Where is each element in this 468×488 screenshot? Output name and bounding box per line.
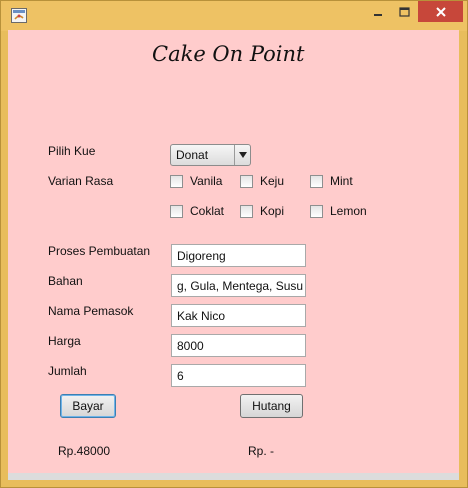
bahan-field[interactable]: g, Gula, Mentega, Susu bbox=[171, 274, 306, 297]
nama-pemasok-field[interactable]: Kak Nico bbox=[171, 304, 306, 327]
kue-dropdown[interactable]: Donat bbox=[170, 144, 251, 166]
jumlah-field[interactable]: 6 bbox=[171, 364, 306, 387]
minimize-icon[interactable] bbox=[364, 1, 391, 22]
hutang-button[interactable]: Hutang bbox=[240, 394, 303, 418]
checkbox-box[interactable] bbox=[170, 174, 183, 188]
checkbox-mint[interactable]: Mint bbox=[310, 174, 353, 188]
checkbox-label: Vanila bbox=[190, 174, 223, 188]
proses-pembuatan-label: Proses Pembuatan bbox=[48, 244, 151, 258]
checkbox-label: Lemon bbox=[330, 204, 367, 218]
window-bottom-border bbox=[8, 473, 459, 480]
checkbox-label: Mint bbox=[330, 174, 353, 188]
maximize-icon[interactable] bbox=[391, 1, 417, 22]
app-title: Cake On Point bbox=[152, 42, 305, 66]
checkbox-label: Coklat bbox=[190, 204, 225, 218]
checkbox-box[interactable] bbox=[170, 204, 183, 218]
kue-dropdown-value: Donat bbox=[176, 148, 209, 162]
pilih-kue-label: Pilih Kue bbox=[48, 144, 96, 158]
checkbox-vanila[interactable]: Vanila bbox=[170, 174, 222, 188]
checkbox-box[interactable] bbox=[240, 174, 253, 188]
java-app-icon bbox=[11, 8, 27, 23]
nama-pemasok-label: Nama Pemasok bbox=[48, 304, 134, 318]
jumlah-label: Jumlah bbox=[48, 364, 87, 378]
checkbox-keju[interactable]: Keju bbox=[240, 174, 284, 188]
close-icon[interactable] bbox=[418, 1, 463, 22]
harga-label: Harga bbox=[48, 334, 81, 348]
checkbox-box[interactable] bbox=[240, 204, 253, 218]
checkbox-box[interactable] bbox=[310, 174, 323, 188]
checkbox-kopi[interactable]: Kopi bbox=[240, 204, 284, 218]
proses-pembuatan-field[interactable]: Digoreng bbox=[171, 244, 306, 267]
checkbox-label: Keju bbox=[260, 174, 285, 188]
checkbox-box[interactable] bbox=[310, 204, 323, 218]
checkbox-lemon[interactable]: Lemon bbox=[310, 204, 367, 218]
bahan-label: Bahan bbox=[48, 274, 83, 288]
harga-field[interactable]: 8000 bbox=[171, 334, 306, 357]
hutang-total-text: Rp. - bbox=[248, 444, 275, 458]
title-bar[interactable] bbox=[1, 1, 467, 31]
checkbox-coklat[interactable]: Coklat bbox=[170, 204, 224, 218]
varian-rasa-label: Varian Rasa bbox=[48, 174, 114, 188]
bayar-total-text: Rp.48000 bbox=[58, 444, 111, 458]
bayar-button[interactable]: Bayar bbox=[60, 394, 116, 418]
chevron-down-icon[interactable] bbox=[234, 145, 250, 165]
checkbox-label: Kopi bbox=[260, 204, 285, 218]
